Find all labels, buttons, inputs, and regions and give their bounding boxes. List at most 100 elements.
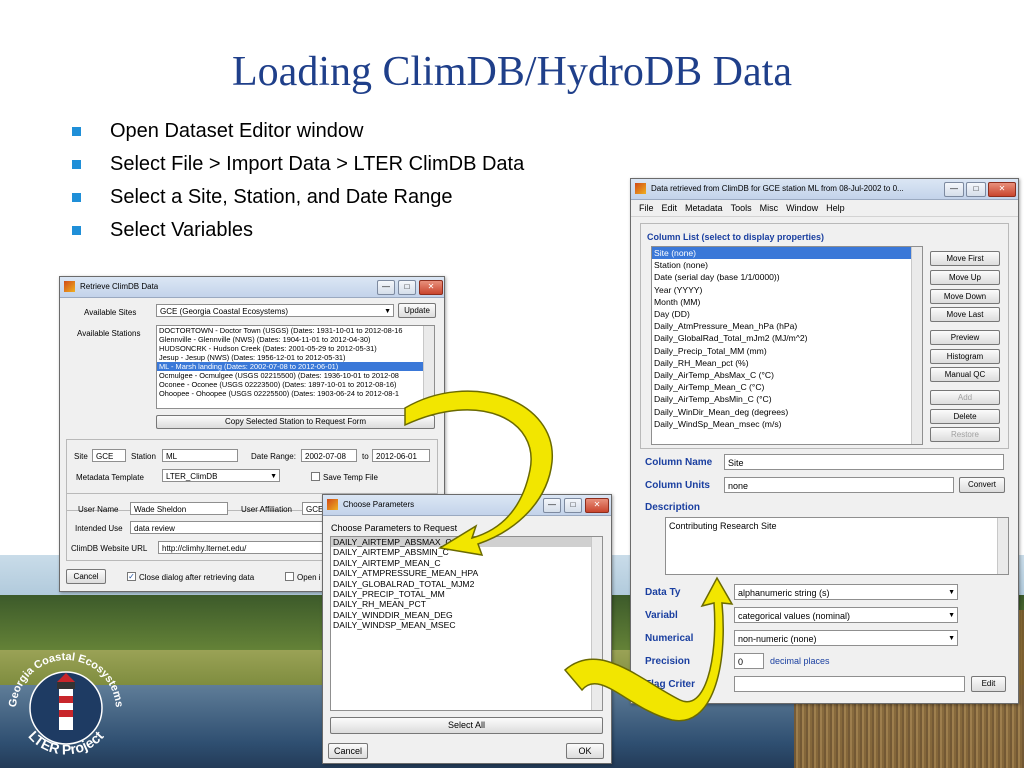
histogram-button[interactable]: Histogram — [930, 349, 1000, 364]
ok-button[interactable]: OK — [566, 743, 604, 759]
list-item[interactable]: Daily_Precip_Total_MM (mm) — [652, 345, 922, 357]
parameters-listbox[interactable]: DAILY_AIRTEMP_ABSMAX_C DAILY_AIRTEMP_ABS… — [330, 536, 603, 711]
list-item[interactable]: DAILY_WINDDIR_MEAN_DEG — [331, 610, 602, 620]
user-name-field[interactable]: Wade Sheldon — [130, 502, 228, 515]
list-item[interactable]: Daily_GlobalRad_Total_mJm2 (MJ/m^2) — [652, 332, 922, 344]
website-field[interactable]: http://climhy.lternet.edu/ — [158, 541, 324, 554]
menu-window[interactable]: Window — [786, 200, 818, 216]
delete-button[interactable]: Delete — [930, 409, 1000, 424]
menu-tools[interactable]: Tools — [731, 200, 752, 216]
list-item[interactable]: DOCTORTOWN - Doctor Town (USGS) (Dates: … — [157, 326, 434, 335]
open-checkbox[interactable] — [285, 572, 294, 581]
intended-use-field[interactable]: data review — [130, 521, 324, 534]
date-to-field[interactable]: 2012-06-01 — [372, 449, 430, 462]
list-item[interactable]: Daily_WinDir_Mean_deg (degrees) — [652, 406, 922, 418]
flag-criteria-field[interactable] — [734, 676, 965, 692]
column-units-field[interactable]: none — [724, 477, 954, 493]
maximize-icon[interactable]: □ — [398, 280, 416, 295]
menu-misc[interactable]: Misc — [760, 200, 779, 216]
variable-dropdown[interactable]: categorical values (nominal) ▼ — [734, 607, 958, 623]
site-code-field[interactable]: GCE — [92, 449, 126, 462]
restore-button[interactable]: Restore — [930, 427, 1000, 442]
chevron-down-icon: ▼ — [384, 308, 391, 315]
minimize-icon[interactable]: — — [377, 280, 395, 295]
list-item[interactable]: Glennville - Glennville (NWS) (Dates: 19… — [157, 335, 434, 344]
minimize-icon[interactable]: — — [944, 182, 964, 197]
list-item[interactable]: Daily_AirTemp_Mean_C (°C) — [652, 381, 922, 393]
update-button[interactable]: Update — [398, 303, 436, 318]
manual-qc-button[interactable]: Manual QC — [930, 367, 1000, 382]
maximize-icon[interactable]: □ — [966, 182, 986, 197]
menu-file[interactable]: File — [639, 200, 654, 216]
list-item[interactable]: DAILY_ATMPRESSURE_MEAN_HPA — [331, 568, 602, 578]
list-item[interactable]: DAILY_AIRTEMP_MEAN_C — [331, 558, 602, 568]
minimize-icon[interactable]: — — [543, 498, 561, 513]
menu-metadata[interactable]: Metadata — [685, 200, 723, 216]
move-down-button[interactable]: Move Down — [930, 289, 1000, 304]
list-item[interactable]: DAILY_WINDSP_MEAN_MSEC — [331, 620, 602, 630]
move-last-button[interactable]: Move Last — [930, 307, 1000, 322]
list-item[interactable]: Ohoopee - Ohoopee (USGS 02225500) (Dates… — [157, 389, 434, 398]
list-item[interactable]: Daily_AirTemp_AbsMax_C (°C) — [652, 369, 922, 381]
preview-button[interactable]: Preview — [930, 330, 1000, 345]
list-item[interactable]: Year (YYYY) — [652, 284, 922, 296]
edit-button[interactable]: Edit — [971, 676, 1006, 692]
params-titlebar[interactable]: Choose Parameters — □ ✕ — [323, 495, 611, 516]
cancel-button[interactable]: Cancel — [328, 743, 368, 759]
stations-listbox[interactable]: DOCTORTOWN - Doctor Town (USGS) (Dates: … — [156, 325, 435, 409]
list-item[interactable]: Day (DD) — [652, 308, 922, 320]
list-item[interactable]: Daily_AtmPressure_Mean_hPa (hPa) — [652, 320, 922, 332]
list-item[interactable]: Daily_AirTemp_AbsMin_C (°C) — [652, 393, 922, 405]
maximize-icon[interactable]: □ — [564, 498, 582, 513]
station-code-field[interactable]: ML — [162, 449, 238, 462]
column-name-field[interactable]: Site — [724, 454, 1004, 470]
date-from-field[interactable]: 2002-07-08 — [301, 449, 357, 462]
list-item[interactable]: Oconee - Oconee (USGS 02223500) (Dates: … — [157, 380, 434, 389]
menu-help[interactable]: Help — [826, 200, 845, 216]
precision-field[interactable]: 0 — [734, 653, 764, 669]
list-item[interactable]: Date (serial day (base 1/1/0000)) — [652, 271, 922, 283]
list-item-selected[interactable]: DAILY_AIRTEMP_ABSMAX_C — [331, 537, 602, 548]
close-icon[interactable]: ✕ — [419, 280, 443, 295]
numerical-dropdown[interactable]: non-numeric (none) ▼ — [734, 630, 958, 646]
list-item[interactable]: DAILY_AIRTEMP_ABSMIN_C — [331, 547, 602, 557]
user-affiliation-label: User Affiliation — [241, 505, 292, 514]
close-icon[interactable]: ✕ — [585, 498, 609, 513]
list-item[interactable]: DAILY_RH_MEAN_PCT — [331, 599, 602, 609]
convert-button[interactable]: Convert — [959, 477, 1005, 493]
column-listbox[interactable]: Site (none) Station (none) Date (serial … — [651, 246, 923, 445]
retrieve-titlebar[interactable]: Retrieve ClimDB Data — □ ✕ — [60, 277, 444, 298]
close-dialog-checkbox[interactable]: ✓ — [127, 572, 136, 581]
menu-edit[interactable]: Edit — [662, 200, 678, 216]
vertical-scrollbar[interactable] — [423, 326, 434, 408]
save-temp-file-checkbox[interactable] — [311, 472, 320, 481]
data-type-dropdown[interactable]: alphanumeric string (s) ▼ — [734, 584, 958, 600]
list-item[interactable]: Daily_RH_Mean_pct (%) — [652, 357, 922, 369]
list-item[interactable]: HUDSONCRK - Hudson Creek (Dates: 2001-05… — [157, 344, 434, 353]
list-item[interactable]: Station (none) — [652, 259, 922, 271]
move-up-button[interactable]: Move Up — [930, 270, 1000, 285]
description-textarea[interactable]: Contributing Research Site — [665, 517, 1009, 575]
list-item[interactable]: DAILY_PRECIP_TOTAL_MM — [331, 589, 602, 599]
list-item-selected[interactable]: Site (none) — [652, 247, 922, 260]
date-range-label: Date Range: — [251, 452, 296, 461]
list-item-selected[interactable]: ML - Marsh landing (Dates: 2002-07-08 to… — [157, 362, 434, 371]
list-item[interactable]: Ocmulgee - Ocmulgee (USGS 02215500) (Dat… — [157, 371, 434, 380]
metadata-template-dropdown[interactable]: LTER_ClimDB ▼ — [162, 469, 280, 482]
move-first-button[interactable]: Move First — [930, 251, 1000, 266]
editor-titlebar[interactable]: Data retrieved from ClimDB for GCE stati… — [631, 179, 1018, 200]
copy-station-button[interactable]: Copy Selected Station to Request Form — [156, 415, 435, 429]
vertical-scrollbar[interactable] — [997, 518, 1008, 574]
cancel-button[interactable]: Cancel — [66, 569, 106, 584]
user-affiliation-field[interactable]: GCE — [302, 502, 324, 515]
list-item[interactable]: Month (MM) — [652, 296, 922, 308]
close-icon[interactable]: ✕ — [988, 182, 1016, 197]
list-item[interactable]: Jesup - Jesup (NWS) (Dates: 1956-12-01 t… — [157, 353, 434, 362]
list-item[interactable]: DAILY_GLOBALRAD_TOTAL_MJM2 — [331, 579, 602, 589]
select-all-button[interactable]: Select All — [330, 717, 603, 734]
vertical-scrollbar[interactable] — [591, 537, 602, 710]
list-item[interactable]: Daily_WindSp_Mean_msec (m/s) — [652, 418, 922, 430]
site-dropdown[interactable]: GCE (Georgia Coastal Ecosystems) ▼ — [156, 304, 394, 317]
add-button[interactable]: Add — [930, 390, 1000, 405]
vertical-scrollbar[interactable] — [911, 247, 922, 444]
